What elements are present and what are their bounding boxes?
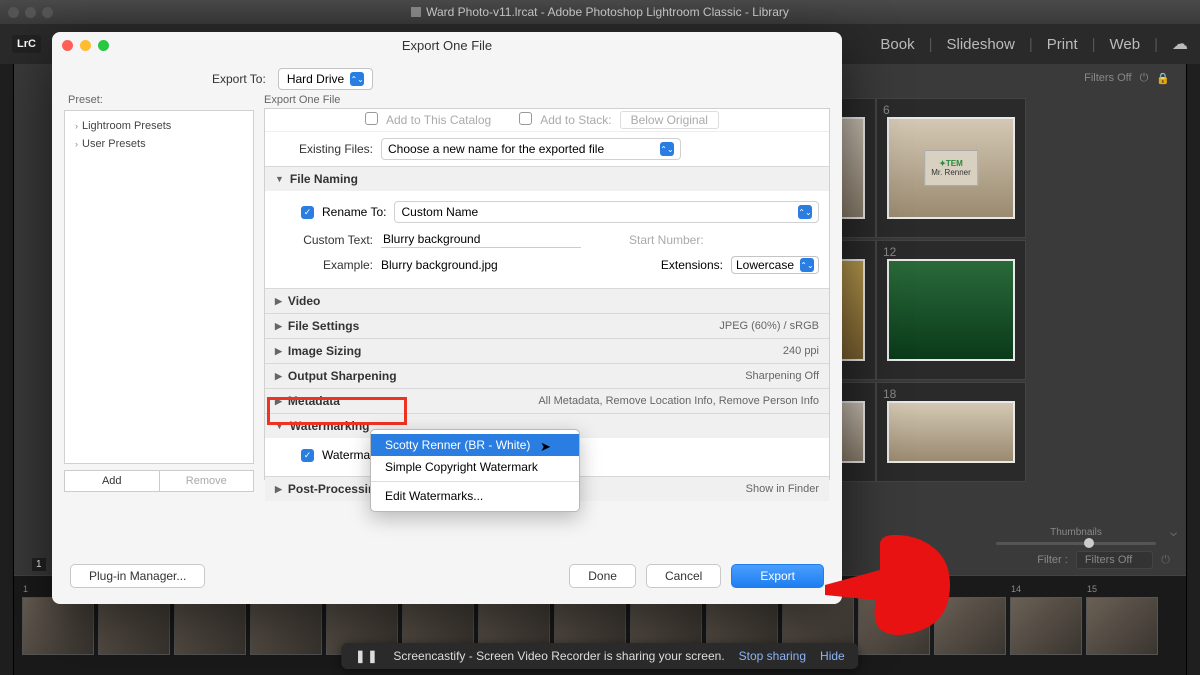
preset-user[interactable]: ›User Presets: [65, 135, 253, 153]
export-to-label: Export To:: [212, 72, 266, 86]
section-file-settings[interactable]: ▶File SettingsJPEG (60%) / sRGB: [265, 314, 829, 338]
extensions-select[interactable]: Lowercase⌃⌄: [731, 256, 819, 274]
filter-toggle-icon[interactable]: ⏻: [1140, 72, 1149, 85]
custom-text-input[interactable]: [381, 231, 581, 248]
module-web[interactable]: Web: [1110, 36, 1141, 53]
add-catalog-checkbox[interactable]: [365, 112, 378, 125]
dialog-title: Export One File: [402, 38, 492, 53]
module-slideshow[interactable]: Slideshow: [946, 36, 1014, 53]
add-stack-checkbox: [519, 112, 532, 125]
document-icon: [411, 7, 421, 17]
cloud-sync-icon[interactable]: ☁: [1172, 34, 1188, 54]
filmstrip-thumb[interactable]: 4: [250, 597, 322, 655]
lock-icon[interactable]: 🔒: [1156, 72, 1170, 85]
module-book[interactable]: Book: [880, 36, 914, 53]
grid-cell[interactable]: 18: [876, 382, 1026, 482]
filmstrip-thumb[interactable]: 14: [1010, 597, 1082, 655]
collapse-icon[interactable]: ›: [1164, 531, 1182, 536]
section-image-sizing[interactable]: ▶Image Sizing240 ppi: [265, 339, 829, 363]
rename-checkbox[interactable]: ✓: [301, 206, 314, 219]
module-picker: Book| Slideshow| Print| Web| ☁: [880, 34, 1188, 54]
preset-list[interactable]: ›Lightroom Presets ›User Presets: [64, 110, 254, 464]
add-preset-button[interactable]: Add: [64, 470, 160, 492]
grid-cell[interactable]: 6✦TEMMr. Renner: [876, 98, 1026, 238]
grid-cell[interactable]: 12: [876, 240, 1026, 380]
stop-sharing-button[interactable]: Stop sharing: [739, 649, 806, 663]
traffic-lights[interactable]: [8, 7, 53, 18]
main-titlebar: Ward Photo-v11.lrcat - Adobe Photoshop L…: [0, 0, 1200, 24]
section-file-naming[interactable]: ▼File Naming: [265, 167, 829, 191]
settings-subtitle: Export One File: [264, 94, 830, 106]
done-button[interactable]: Done: [569, 564, 636, 588]
preset-label: Preset:: [68, 94, 254, 106]
rename-select[interactable]: Custom Name⌃⌄: [394, 201, 819, 223]
module-print[interactable]: Print: [1047, 36, 1078, 53]
pause-icon: ❚❚: [355, 649, 379, 663]
preset-lightroom[interactable]: ›Lightroom Presets: [65, 117, 253, 135]
export-dialog: Export One File Export To: Hard Drive⌃⌄ …: [52, 32, 842, 604]
section-video[interactable]: ▶Video: [265, 289, 829, 313]
app-logo: LrC: [12, 35, 41, 53]
thumbnail-size-slider[interactable]: Thumbnails: [996, 527, 1156, 545]
filter-toggle-icon[interactable]: ⏻: [1161, 554, 1170, 567]
filters-off-label[interactable]: Filters Off: [1084, 72, 1131, 84]
remove-preset-button: Remove: [160, 470, 255, 492]
secondary-filter: Filter : Filters Off ⏻: [1037, 551, 1170, 569]
export-to-select[interactable]: Hard Drive⌃⌄: [278, 68, 373, 90]
pointing-hand-annotation: [820, 530, 970, 650]
cancel-button[interactable]: Cancel: [646, 564, 721, 588]
filmstrip-thumb[interactable]: 2: [98, 597, 170, 655]
section-metadata[interactable]: ▶MetadataAll Metadata, Remove Location I…: [265, 389, 829, 413]
export-button[interactable]: Export: [731, 564, 824, 588]
library-filter-bar: Filters Off ⏻ 🔒: [1084, 64, 1186, 92]
hide-button[interactable]: Hide: [820, 649, 845, 663]
dialog-traffic-lights[interactable]: [62, 40, 109, 51]
existing-files-select[interactable]: Choose a new name for the exported file⌃…: [381, 138, 681, 160]
section-output-sharpening[interactable]: ▶Output SharpeningSharpening Off: [265, 364, 829, 388]
dropdown-item-edit[interactable]: Edit Watermarks...: [371, 485, 579, 507]
filmstrip-thumb[interactable]: 15: [1086, 597, 1158, 655]
window-title: Ward Photo-v11.lrcat - Adobe Photoshop L…: [426, 5, 789, 19]
screencast-bar: ❚❚ Screencastify - Screen Video Recorder…: [341, 643, 858, 669]
filmstrip-thumb[interactable]: 1: [22, 597, 94, 655]
dialog-titlebar: Export One File: [52, 32, 842, 58]
filmstrip-thumb[interactable]: 3: [174, 597, 246, 655]
right-panel-collapsed[interactable]: [1186, 64, 1200, 675]
filter-dropdown[interactable]: Filters Off: [1076, 551, 1153, 569]
left-panel-collapsed[interactable]: [0, 64, 14, 675]
cursor-icon: ➤: [540, 439, 551, 455]
watermark-checkbox[interactable]: ✓: [301, 449, 314, 462]
plugin-manager-button[interactable]: Plug-in Manager...: [70, 564, 205, 588]
dropdown-item-simple[interactable]: Simple Copyright Watermark: [371, 456, 579, 478]
